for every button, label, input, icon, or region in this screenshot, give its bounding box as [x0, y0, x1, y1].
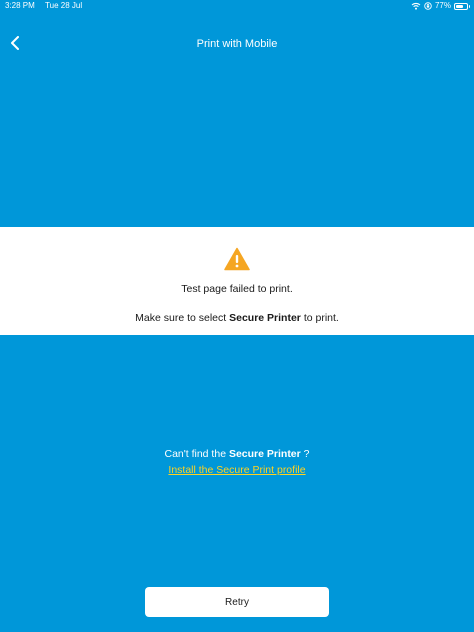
wifi-icon	[411, 2, 421, 10]
battery-fill	[456, 4, 464, 8]
status-left: 3:28 PM Tue 28 Jul	[5, 0, 82, 12]
page-title: Print with Mobile	[196, 38, 278, 50]
help-printer-name: Secure Printer	[228, 448, 301, 460]
warning-triangle-icon	[224, 247, 250, 271]
instruction-suffix: to print.	[300, 312, 339, 324]
nav-bar: Print with Mobile	[0, 30, 474, 60]
battery-percent: 77%	[434, 1, 451, 10]
rotation-lock-icon	[424, 2, 432, 10]
instruction-prefix: Make sure to select	[135, 312, 230, 324]
help-question-suffix: ?	[300, 448, 310, 460]
install-profile-link[interactable]: Install the Secure Print profile	[168, 464, 305, 476]
retry-button[interactable]: Retry	[145, 587, 329, 617]
help-block: Can't find the Secure Printer ? Install …	[0, 448, 474, 476]
message-panel: Test page failed to print. Make sure to …	[0, 227, 474, 335]
status-bar: 3:28 PM Tue 28 Jul 77%	[0, 0, 474, 14]
help-question: Can't find the Secure Printer ?	[0, 448, 474, 460]
status-right: 77%	[411, 0, 470, 12]
battery-icon	[454, 2, 470, 10]
status-date: Tue 28 Jul	[45, 1, 83, 10]
status-time: 3:28 PM	[5, 1, 35, 10]
help-question-prefix: Can't find the	[164, 448, 229, 460]
instruction-message: Make sure to select Secure Printer to pr…	[0, 312, 474, 324]
instruction-printer-name: Secure Printer	[229, 312, 301, 324]
failed-message: Test page failed to print.	[181, 283, 293, 295]
